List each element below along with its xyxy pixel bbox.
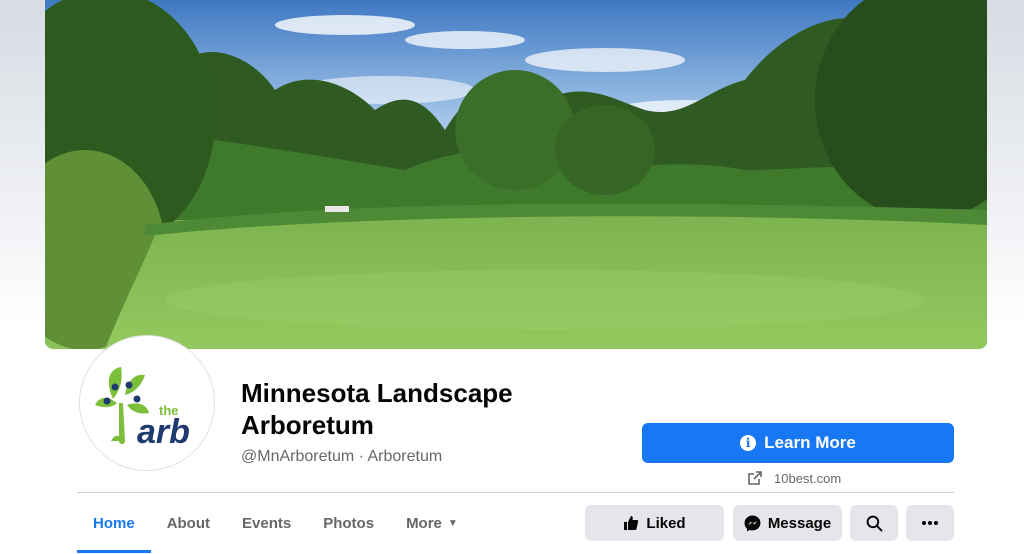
more-options-button[interactable] [906,505,954,541]
tab-label: About [166,514,211,532]
message-button[interactable]: Message [733,505,842,541]
search-button[interactable] [850,505,898,541]
liked-label: Liked [646,514,686,532]
logo-text-big: arb [137,413,190,451]
tab-label: Events [242,514,292,532]
tab-label: More [406,514,442,532]
info-icon: i [740,435,757,451]
more-horizontal-icon [922,521,938,525]
caret-down-icon: ▼ [447,517,458,529]
thumbs-up-icon [624,516,639,530]
learn-more-label: Learn More [764,433,856,452]
external-link-text: 10best.com [774,470,842,486]
messenger-icon [744,515,761,531]
tab-more[interactable]: More ▼ [390,494,474,552]
page-tabs: Home About Events Photos More ▼ [77,494,474,554]
page-title: Minnesota Landscape Arboretum [241,378,513,440]
profile-divider [77,492,954,493]
external-link-icon [748,471,762,485]
tab-home[interactable]: Home [77,494,151,553]
learn-more-button[interactable]: i Learn More [642,423,954,463]
page-avatar[interactable]: the arb [80,336,214,470]
search-icon [866,515,882,531]
tab-about[interactable]: About [151,494,226,552]
tab-label: Home [93,514,135,532]
cover-photo[interactable] [45,0,987,349]
liked-button[interactable]: Liked [585,505,724,541]
tab-photos[interactable]: Photos [307,494,390,552]
tab-events[interactable]: Events [226,494,307,552]
arb-logo: the arb [95,367,190,451]
page-handle-category: @MnArboretum · Arboretum [241,448,443,465]
message-label: Message [767,514,832,532]
cover-photo-image [45,0,987,349]
external-link[interactable]: 10best.com [748,468,841,488]
tab-label: Photos [323,514,375,532]
